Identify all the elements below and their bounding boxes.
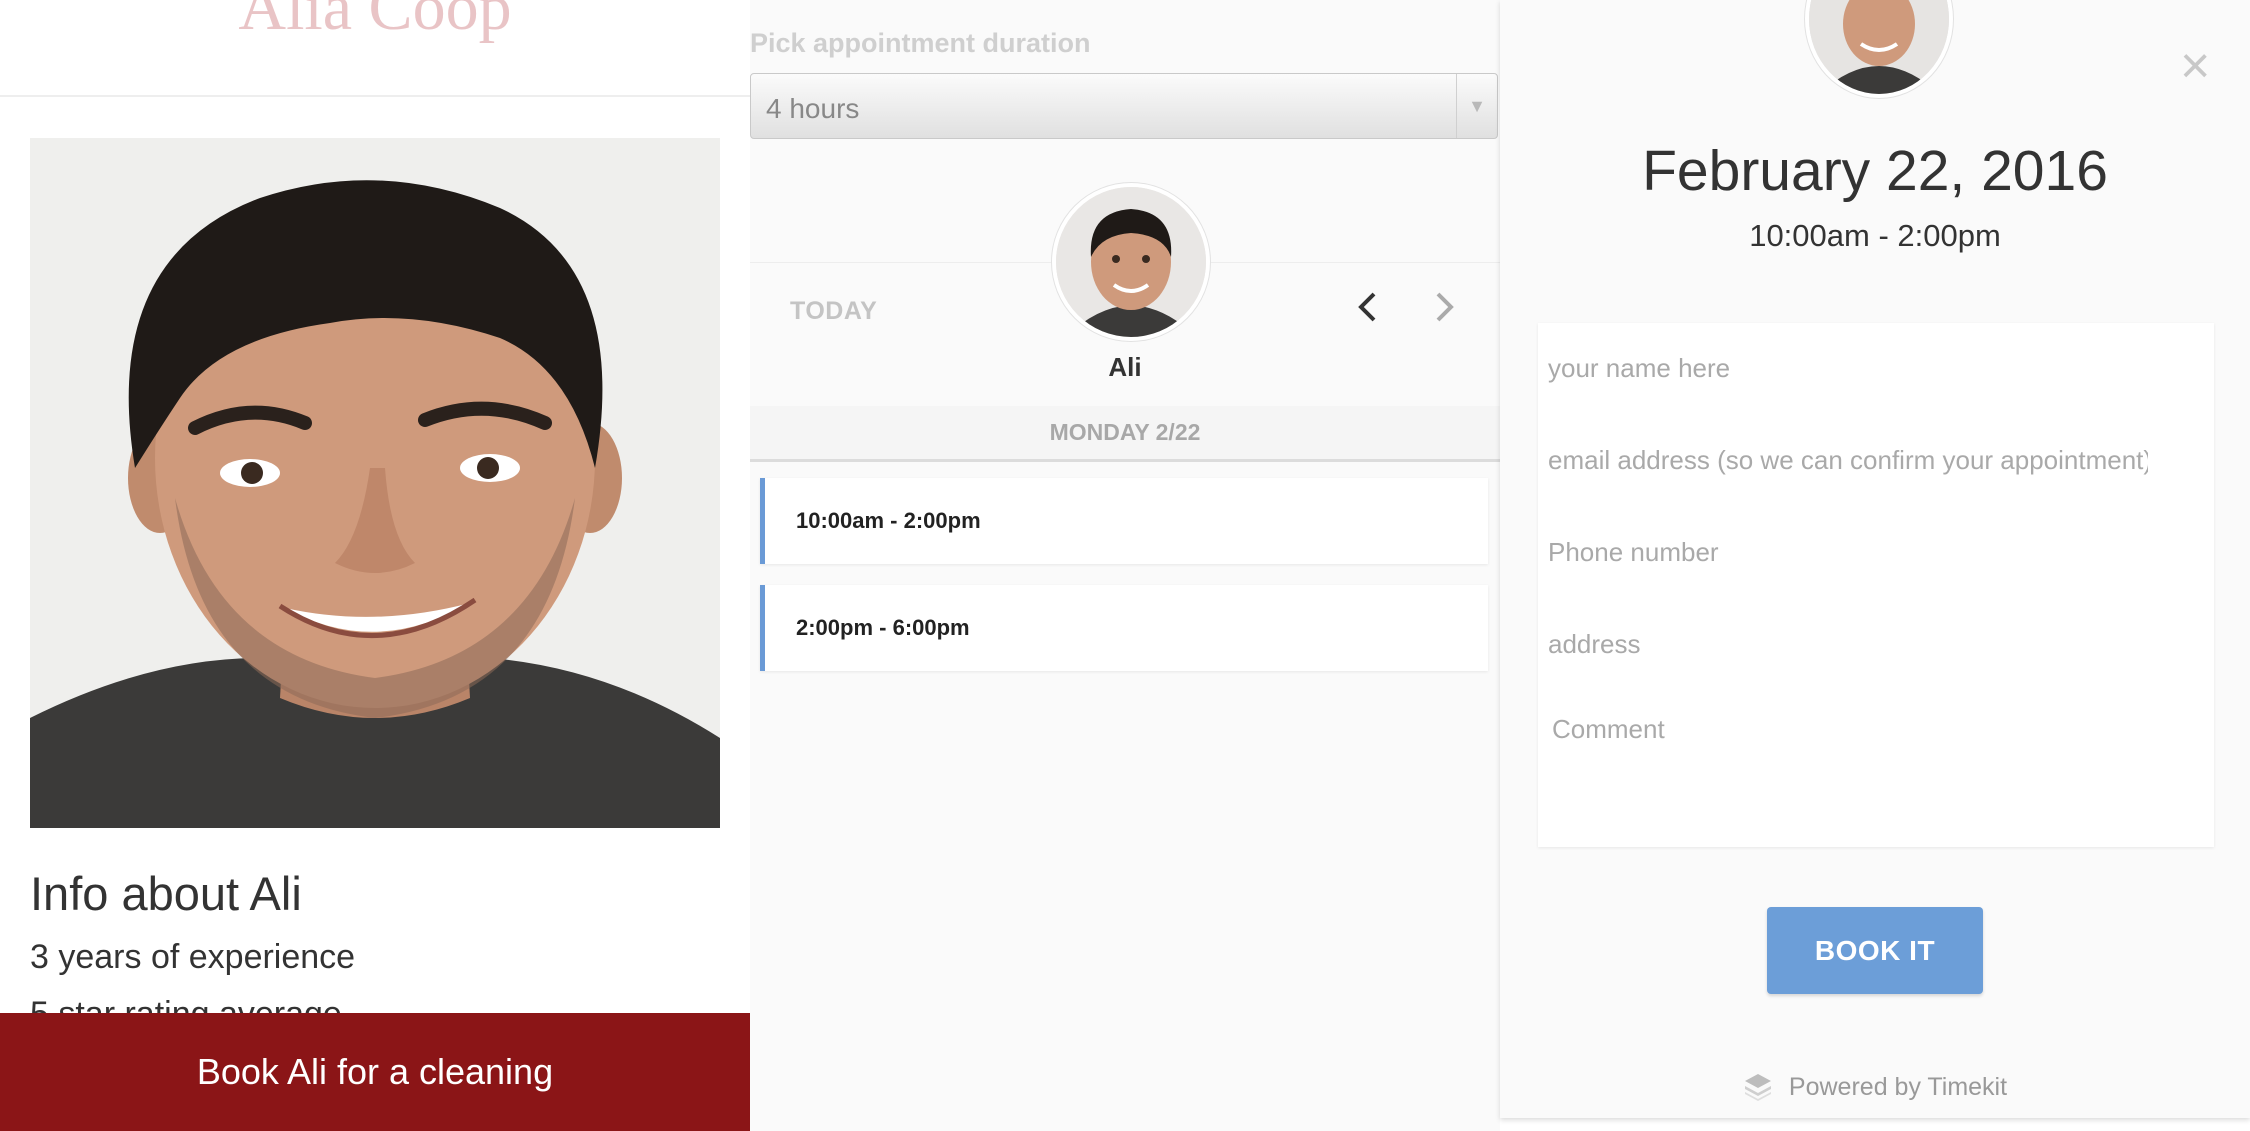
phone-field[interactable] <box>1548 530 2148 574</box>
email-field[interactable] <box>1548 438 2148 482</box>
time-slot[interactable]: 2:00pm - 6:00pm <box>760 585 1488 671</box>
next-arrow-icon[interactable] <box>1433 290 1457 334</box>
avatar <box>1052 183 1210 341</box>
book-it-button[interactable]: BOOK IT <box>1767 907 1983 994</box>
booking-date: February 22, 2016 <box>1642 139 2108 203</box>
comment-field[interactable] <box>1552 714 2152 794</box>
book-cleaning-button[interactable]: Book Ali for a cleaning <box>0 1013 750 1131</box>
today-button[interactable]: TODAY <box>790 297 877 326</box>
powered-by: Powered by Timekit <box>1500 1072 2250 1102</box>
booking-panel: × February 22, 2016 10:00am - 2:00pm BOO… <box>1500 0 2250 1118</box>
profile-panel: Alia Coop Info about Ali 3 years of expe… <box>0 0 750 1131</box>
previous-arrow-icon[interactable] <box>1355 290 1379 334</box>
close-icon[interactable]: × <box>2180 40 2210 92</box>
person-portrait-illustration <box>30 138 720 828</box>
site-title: Alia Coop <box>238 0 512 44</box>
day-header: MONDAY 2/22 <box>750 406 1500 462</box>
duration-value: 4 hours <box>766 93 860 124</box>
powered-by-text[interactable]: Powered by Timekit <box>1789 1073 2007 1102</box>
info-title: Info about Ali <box>30 867 302 920</box>
calendar-panel: Pick appointment duration 4 hours ▼ TODA… <box>750 0 1500 1131</box>
info-experience: 3 years of experience <box>30 938 356 976</box>
booking-time: 10:00am - 2:00pm <box>1749 218 2001 253</box>
person-name: Ali <box>1108 352 1142 382</box>
header-divider <box>0 95 750 97</box>
name-field[interactable] <box>1548 346 2148 390</box>
duration-label: Pick appointment duration <box>750 28 1091 58</box>
address-field[interactable] <box>1548 622 2148 666</box>
duration-select[interactable]: 4 hours ▼ <box>750 73 1498 139</box>
timekit-logo-icon <box>1744 1074 1771 1101</box>
profile-photo <box>30 138 720 828</box>
time-slot[interactable]: 10:00am - 2:00pm <box>760 478 1488 564</box>
chevron-down-icon: ▼ <box>1456 74 1497 138</box>
avatar <box>1805 0 1953 98</box>
